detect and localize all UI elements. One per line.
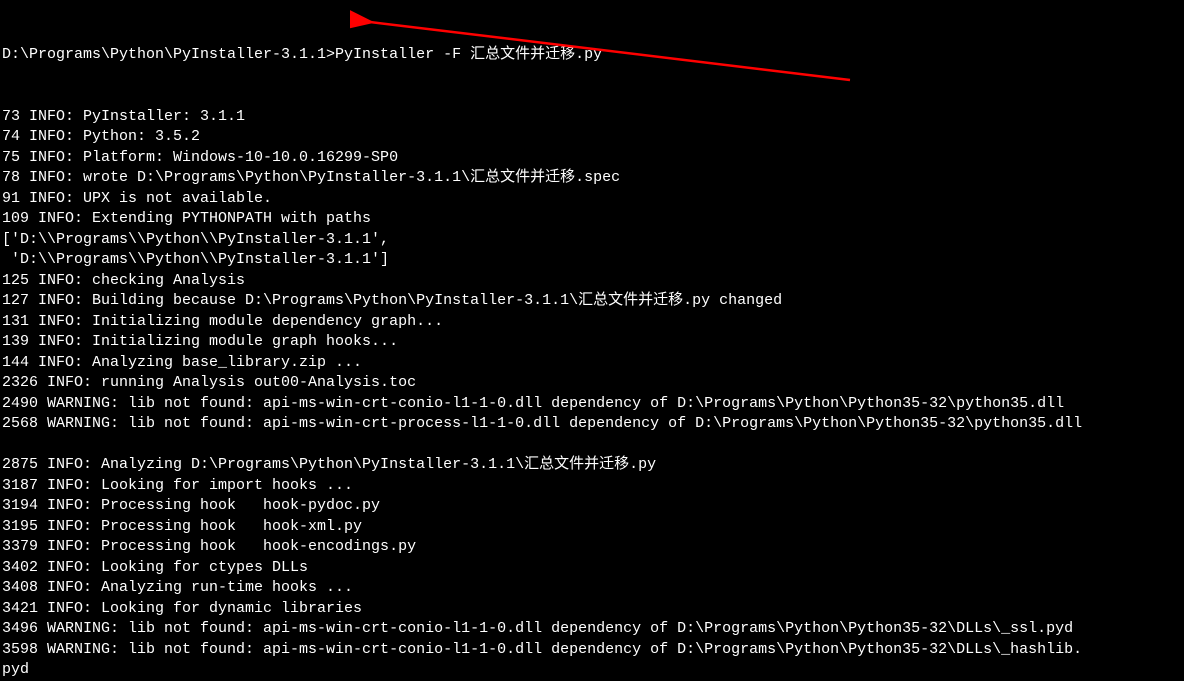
output-line: 3195 INFO: Processing hook hook-xml.py xyxy=(2,517,1182,538)
output-line: 2875 INFO: Analyzing D:\Programs\Python\… xyxy=(2,455,1182,476)
output-line: 3187 INFO: Looking for import hooks ... xyxy=(2,476,1182,497)
output-line: 75 INFO: Platform: Windows-10-10.0.16299… xyxy=(2,148,1182,169)
terminal-output[interactable]: D:\Programs\Python\PyInstaller-3.1.1>PyI… xyxy=(0,0,1184,681)
output-line: 2490 WARNING: lib not found: api-ms-win-… xyxy=(2,394,1182,415)
output-line: 3421 INFO: Looking for dynamic libraries xyxy=(2,599,1182,620)
output-line: 125 INFO: checking Analysis xyxy=(2,271,1182,292)
output-line: 109 INFO: Extending PYTHONPATH with path… xyxy=(2,209,1182,230)
output-line: 3194 INFO: Processing hook hook-pydoc.py xyxy=(2,496,1182,517)
command-prompt-line: D:\Programs\Python\PyInstaller-3.1.1>PyI… xyxy=(2,45,1182,66)
output-line: 131 INFO: Initializing module dependency… xyxy=(2,312,1182,333)
output-line xyxy=(2,435,1182,456)
output-line: 91 INFO: UPX is not available. xyxy=(2,189,1182,210)
output-line: 'D:\\Programs\\Python\\PyInstaller-3.1.1… xyxy=(2,250,1182,271)
output-line: 3402 INFO: Looking for ctypes DLLs xyxy=(2,558,1182,579)
output-line: 78 INFO: wrote D:\Programs\Python\PyInst… xyxy=(2,168,1182,189)
output-lines: 73 INFO: PyInstaller: 3.1.174 INFO: Pyth… xyxy=(2,107,1182,681)
output-line: 3598 WARNING: lib not found: api-ms-win-… xyxy=(2,640,1182,661)
output-line: 3379 INFO: Processing hook hook-encoding… xyxy=(2,537,1182,558)
output-line: 2568 WARNING: lib not found: api-ms-win-… xyxy=(2,414,1182,435)
output-line: 3408 INFO: Analyzing run-time hooks ... xyxy=(2,578,1182,599)
output-line: 73 INFO: PyInstaller: 3.1.1 xyxy=(2,107,1182,128)
output-line: 139 INFO: Initializing module graph hook… xyxy=(2,332,1182,353)
output-line: pyd xyxy=(2,660,1182,681)
output-line: 3496 WARNING: lib not found: api-ms-win-… xyxy=(2,619,1182,640)
output-line: ['D:\\Programs\\Python\\PyInstaller-3.1.… xyxy=(2,230,1182,251)
output-line: 144 INFO: Analyzing base_library.zip ... xyxy=(2,353,1182,374)
output-line: 127 INFO: Building because D:\Programs\P… xyxy=(2,291,1182,312)
output-line: 74 INFO: Python: 3.5.2 xyxy=(2,127,1182,148)
output-line: 2326 INFO: running Analysis out00-Analys… xyxy=(2,373,1182,394)
